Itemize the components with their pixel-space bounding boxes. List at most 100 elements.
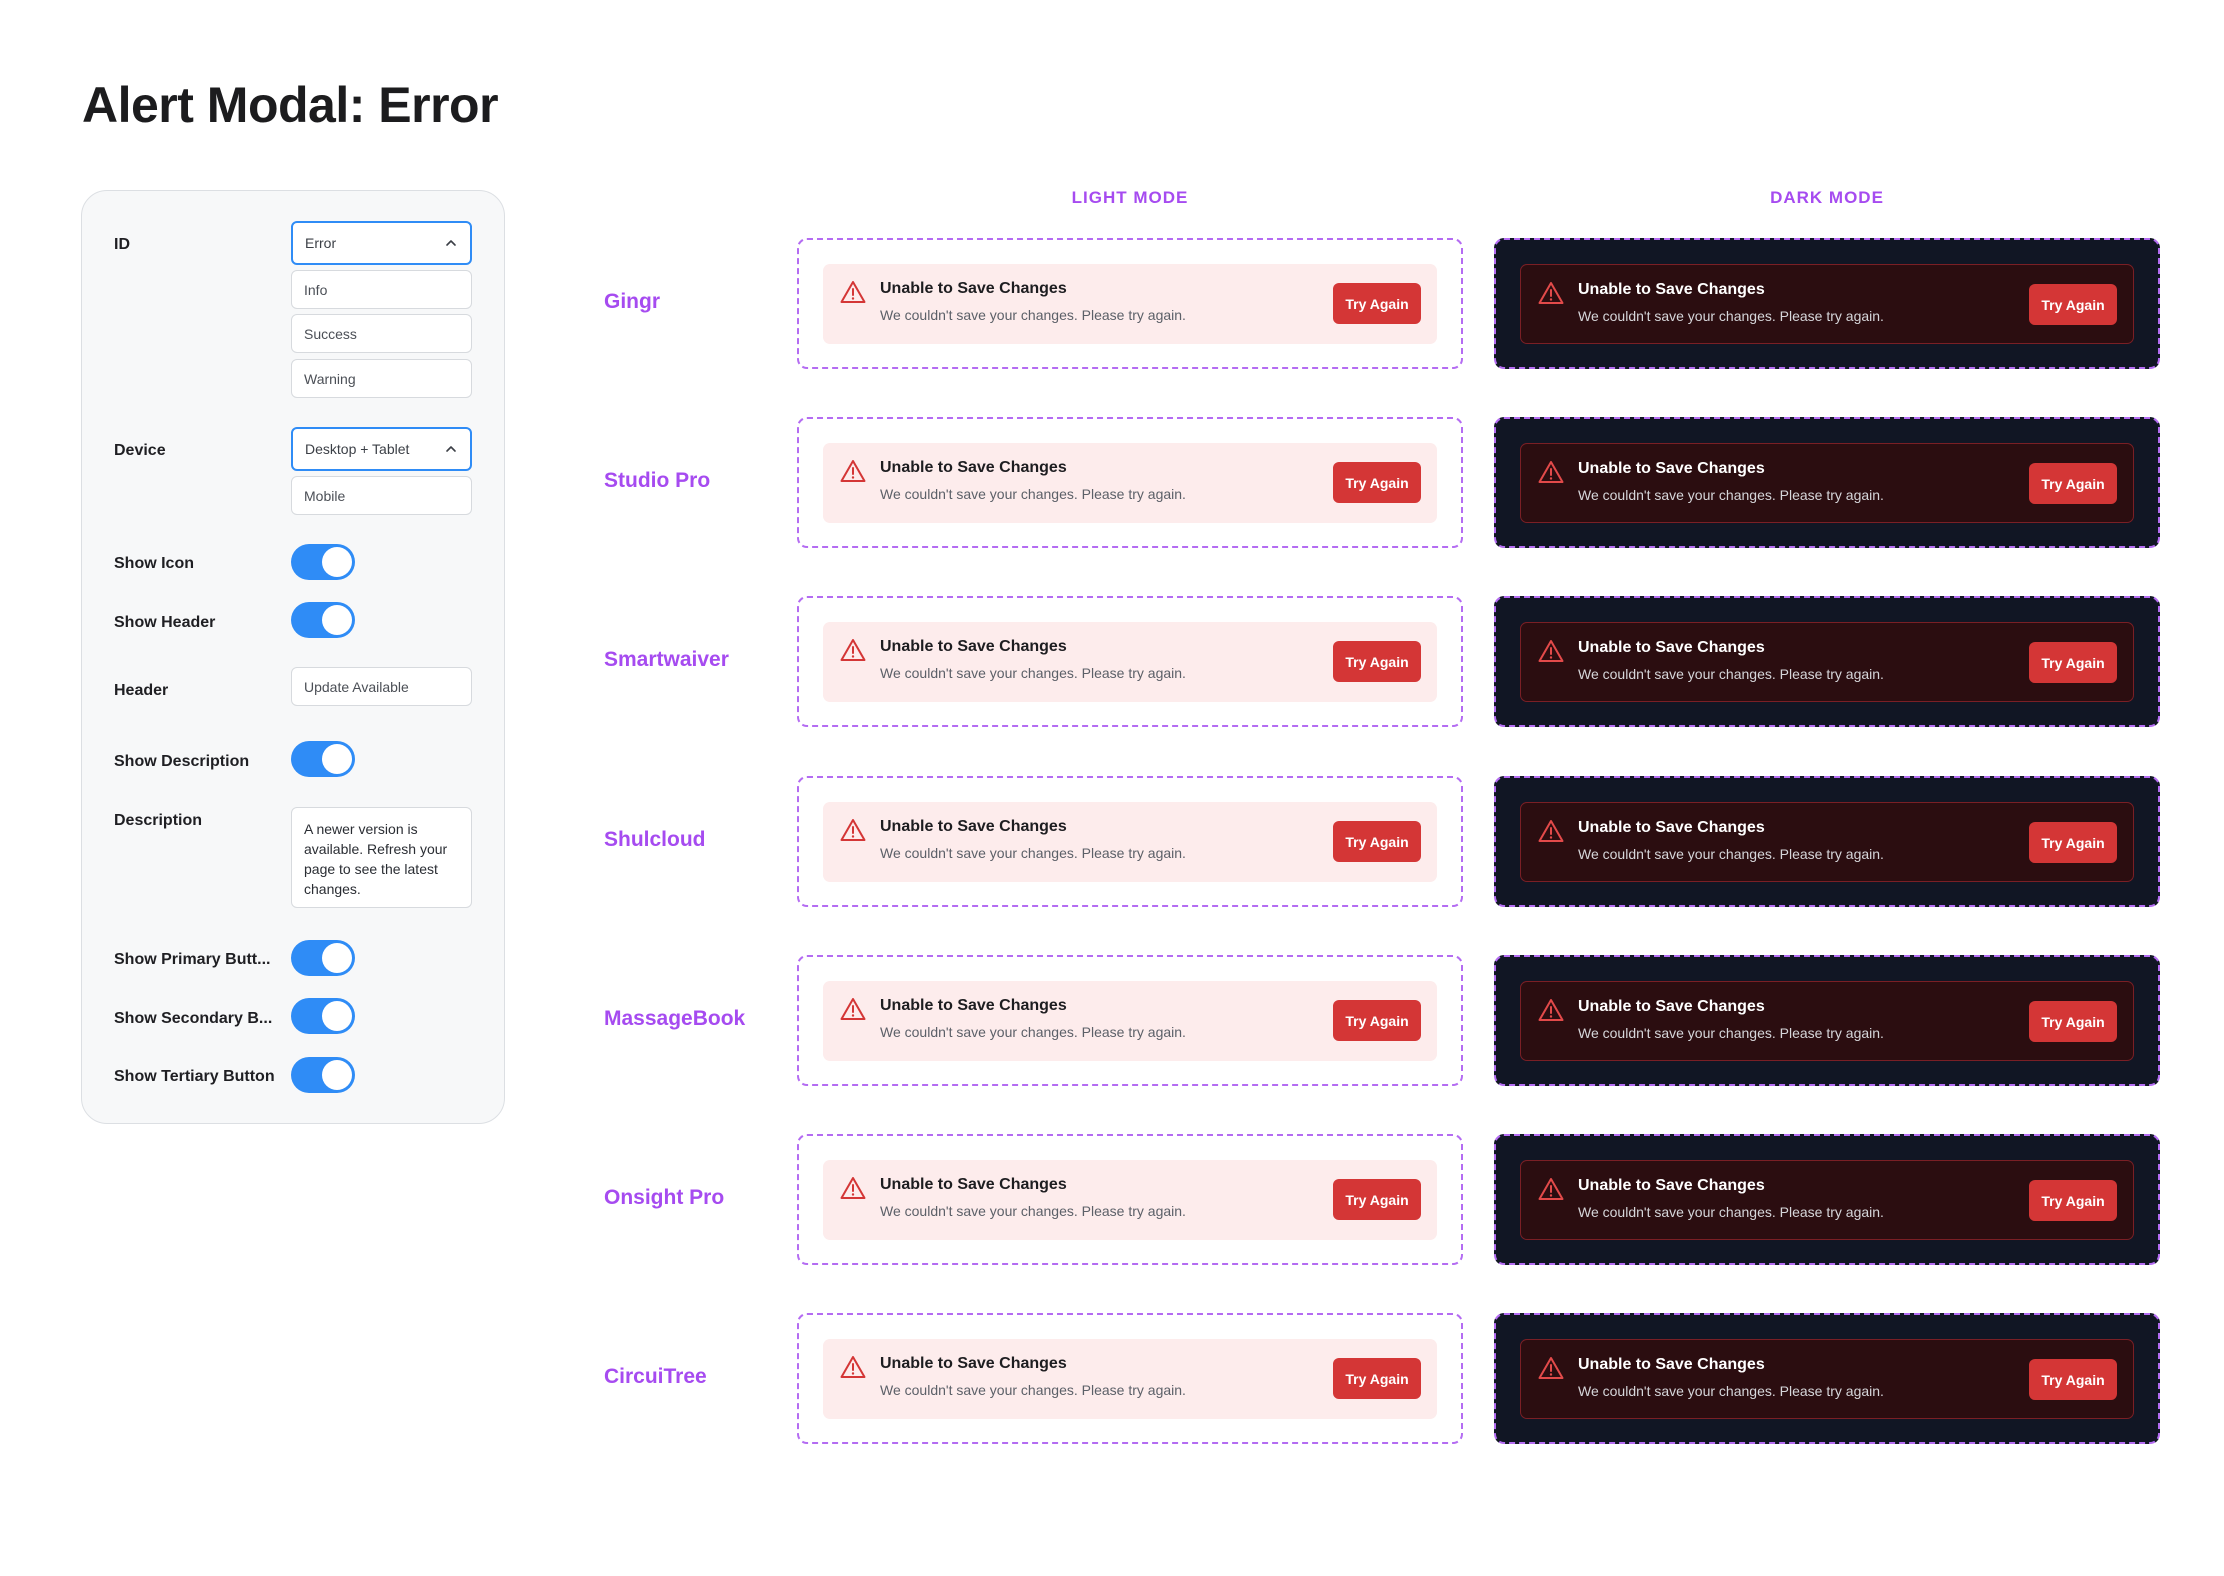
error-alert: Unable to Save Changes We couldn't save … <box>1520 981 2134 1061</box>
device-select[interactable]: Desktop + Tablet <box>291 427 472 471</box>
alert-description: We couldn't save your changes. Please tr… <box>1578 1204 1884 1220</box>
alert-title: Unable to Save Changes <box>880 280 1067 297</box>
error-alert: Unable to Save Changes We couldn't save … <box>823 622 1437 702</box>
light-mode-frame: Unable to Save Changes We couldn't save … <box>797 238 1463 369</box>
try-again-button[interactable]: Try Again <box>1333 1358 1421 1399</box>
show-description-toggle[interactable] <box>291 741 355 777</box>
warning-triangle-icon <box>1538 1357 1564 1379</box>
light-mode-frame: Unable to Save Changes We couldn't save … <box>797 596 1463 727</box>
warning-triangle-icon <box>840 639 866 661</box>
show-primary-button-toggle[interactable] <box>291 940 355 976</box>
error-alert: Unable to Save Changes We couldn't save … <box>823 264 1437 344</box>
show-primary-button-label: Show Primary Butt... <box>114 951 271 968</box>
header-label: Header <box>114 682 169 699</box>
light-mode-frame: Unable to Save Changes We couldn't save … <box>797 1313 1463 1444</box>
props-panel: ID Error Info Success Warning Device Des… <box>81 190 505 1124</box>
alert-title: Unable to Save Changes <box>1578 460 1765 477</box>
description-textarea[interactable]: A newer version is available. Refresh yo… <box>291 807 472 908</box>
error-alert: Unable to Save Changes We couldn't save … <box>1520 1160 2134 1240</box>
dark-mode-frame: Unable to Save Changes We couldn't save … <box>1494 1134 2160 1265</box>
try-again-button[interactable]: Try Again <box>1333 1000 1421 1041</box>
try-again-button[interactable]: Try Again <box>2029 822 2117 863</box>
try-again-button[interactable]: Try Again <box>1333 641 1421 682</box>
id-option-info[interactable]: Info <box>291 270 472 309</box>
toggle-knob <box>322 744 352 774</box>
show-description-label: Show Description <box>114 753 250 770</box>
error-alert: Unable to Save Changes We couldn't save … <box>823 443 1437 523</box>
show-secondary-button-toggle[interactable] <box>291 998 355 1034</box>
dark-mode-frame: Unable to Save Changes We couldn't save … <box>1494 417 2160 548</box>
warning-triangle-icon <box>1538 640 1564 662</box>
error-alert: Unable to Save Changes We couldn't save … <box>1520 264 2134 344</box>
alert-description: We couldn't save your changes. Please tr… <box>1578 1383 1884 1399</box>
error-alert: Unable to Save Changes We couldn't save … <box>1520 802 2134 882</box>
warning-triangle-icon <box>840 998 866 1020</box>
try-again-button[interactable]: Try Again <box>2029 1180 2117 1221</box>
warning-triangle-icon <box>840 1177 866 1199</box>
error-alert: Unable to Save Changes We couldn't save … <box>1520 622 2134 702</box>
device-option-mobile[interactable]: Mobile <box>291 476 472 515</box>
try-again-button[interactable]: Try Again <box>2029 1001 2117 1042</box>
header-input[interactable]: Update Available <box>291 667 472 706</box>
id-label: ID <box>114 236 130 253</box>
dark-mode-frame: Unable to Save Changes We couldn't save … <box>1494 1313 2160 1444</box>
light-mode-frame: Unable to Save Changes We couldn't save … <box>797 955 1463 1086</box>
error-alert: Unable to Save Changes We couldn't save … <box>1520 443 2134 523</box>
warning-triangle-icon <box>840 460 866 482</box>
alert-description: We couldn't save your changes. Please tr… <box>1578 1025 1884 1041</box>
alert-title: Unable to Save Changes <box>880 1355 1067 1372</box>
error-alert: Unable to Save Changes We couldn't save … <box>823 802 1437 882</box>
description-label: Description <box>114 812 203 829</box>
alert-description: We couldn't save your changes. Please tr… <box>1578 308 1884 324</box>
brand-name: Studio Pro <box>604 469 711 492</box>
alert-description: We couldn't save your changes. Please tr… <box>880 845 1186 861</box>
warning-triangle-icon <box>1538 820 1564 842</box>
brand-name: MassageBook <box>604 1007 746 1030</box>
id-select[interactable]: Error <box>291 221 472 265</box>
alert-title: Unable to Save Changes <box>880 818 1067 835</box>
alert-description: We couldn't save your changes. Please tr… <box>880 1024 1186 1040</box>
try-again-button[interactable]: Try Again <box>2029 284 2117 325</box>
alert-description: We couldn't save your changes. Please tr… <box>880 1382 1186 1398</box>
brand-name: Gingr <box>604 290 660 313</box>
chevron-up-icon <box>446 240 456 246</box>
show-header-label: Show Header <box>114 614 216 631</box>
toggle-knob <box>322 1060 352 1090</box>
show-tertiary-button-label: Show Tertiary Button <box>114 1068 274 1085</box>
alert-description: We couldn't save your changes. Please tr… <box>1578 846 1884 862</box>
try-again-button[interactable]: Try Again <box>2029 1359 2117 1400</box>
try-again-button[interactable]: Try Again <box>2029 463 2117 504</box>
warning-triangle-icon <box>840 1356 866 1378</box>
alert-title: Unable to Save Changes <box>880 1176 1067 1193</box>
alert-description: We couldn't save your changes. Please tr… <box>880 1203 1186 1219</box>
dark-mode-frame: Unable to Save Changes We couldn't save … <box>1494 955 2160 1086</box>
toggle-knob <box>322 605 352 635</box>
alert-description: We couldn't save your changes. Please tr… <box>880 486 1186 502</box>
alert-description: We couldn't save your changes. Please tr… <box>880 307 1186 323</box>
error-alert: Unable to Save Changes We couldn't save … <box>823 1339 1437 1419</box>
try-again-button[interactable]: Try Again <box>1333 1179 1421 1220</box>
brand-name: CircuiTree <box>604 1365 707 1388</box>
toggle-knob <box>322 1001 352 1031</box>
alert-title: Unable to Save Changes <box>880 459 1067 476</box>
id-option-success[interactable]: Success <box>291 314 472 353</box>
try-again-button[interactable]: Try Again <box>1333 283 1421 324</box>
try-again-button[interactable]: Try Again <box>2029 642 2117 683</box>
show-icon-toggle[interactable] <box>291 544 355 580</box>
id-option-warning[interactable]: Warning <box>291 359 472 398</box>
show-icon-label: Show Icon <box>114 555 194 572</box>
try-again-button[interactable]: Try Again <box>1333 462 1421 503</box>
show-header-toggle[interactable] <box>291 602 355 638</box>
dark-mode-frame: Unable to Save Changes We couldn't save … <box>1494 238 2160 369</box>
show-secondary-button-label: Show Secondary B... <box>114 1010 273 1027</box>
device-label: Device <box>114 442 166 459</box>
brand-name: Onsight Pro <box>604 1186 725 1209</box>
light-mode-frame: Unable to Save Changes We couldn't save … <box>797 776 1463 907</box>
try-again-button[interactable]: Try Again <box>1333 821 1421 862</box>
show-tertiary-button-toggle[interactable] <box>291 1057 355 1093</box>
alert-title: Unable to Save Changes <box>880 638 1067 655</box>
warning-triangle-icon <box>1538 1178 1564 1200</box>
warning-triangle-icon <box>1538 461 1564 483</box>
id-select-value: Error <box>305 235 337 251</box>
alert-description: We couldn't save your changes. Please tr… <box>1578 666 1884 682</box>
